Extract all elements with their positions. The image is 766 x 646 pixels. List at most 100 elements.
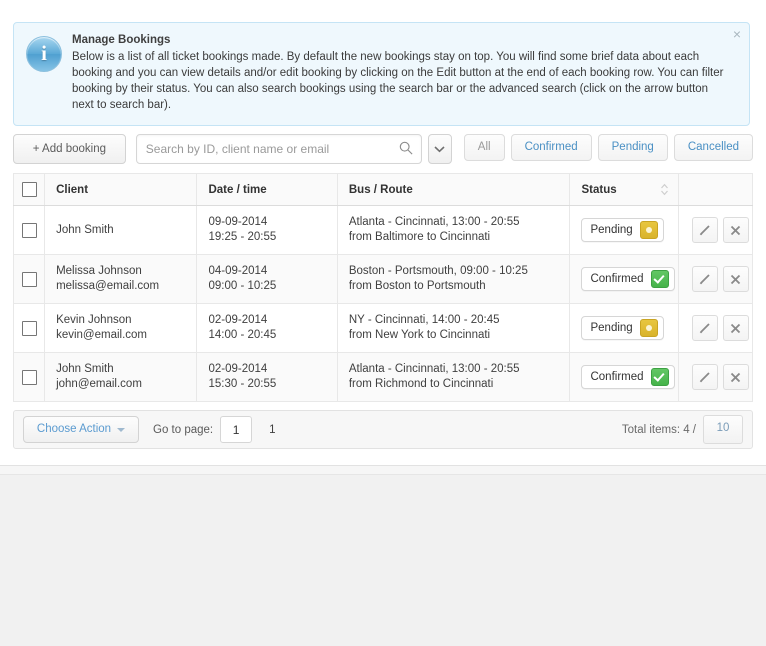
content-area: Manage Bookings Below is a list of all t…: [0, 0, 766, 465]
cell-bus-route: Atlanta - Cincinnati, 13:00 - 20:55 from …: [336, 205, 571, 255]
row-actions: [690, 364, 752, 390]
page-root: Manage Bookings Below is a list of all t…: [0, 0, 766, 646]
cell-status: Pending: [569, 303, 679, 353]
pencil-icon: [699, 372, 710, 383]
select-all-header: [12, 173, 46, 206]
table-row[interactable]: John Smith john@email.com 02-09-2014 15:30 …: [12, 352, 754, 402]
cell-date-time: 02-09-2014 15:30 - 20:55: [196, 352, 338, 402]
row-actions: [690, 217, 752, 243]
clock-circle-icon: [639, 319, 658, 337]
route-secondary: from Boston to Portsmouth: [348, 280, 486, 292]
search-input[interactable]: [135, 134, 422, 164]
table-body: John Smith 09-09-2014 19:25 - 20:55 Atlanta…: [12, 205, 754, 402]
edit-booking-button[interactable]: [691, 315, 718, 341]
table-footer: Choose Action Go to page: 1 Total items:…: [13, 410, 753, 449]
cell-status: Pending: [569, 205, 679, 255]
route-secondary: from Richmond to Cincinnati: [348, 378, 494, 390]
cell-actions: [677, 254, 754, 304]
current-page-indicator: 1: [269, 423, 276, 436]
filter-all[interactable]: All: [463, 134, 505, 161]
sort-updown-icon[interactable]: [660, 183, 669, 196]
cell-bus-route: NY - Cincinnati, 14:00 - 20:45 from New Y…: [336, 303, 571, 353]
bookings-table: Client Date / time Bus / Route Status Jo…: [12, 173, 754, 402]
cell-bus-route: Atlanta - Cincinnati, 13:00 - 20:55 from …: [336, 352, 571, 402]
close-x-icon: [731, 323, 741, 333]
filter-pending[interactable]: Pending: [597, 134, 668, 161]
column-header-date-time[interactable]: Date / time: [196, 173, 338, 206]
status-badge[interactable]: Pending: [581, 316, 664, 340]
status-badge[interactable]: Confirmed: [581, 365, 675, 389]
cell-date-time: 02-09-2014 14:00 - 20:45: [196, 303, 338, 353]
status-label: Confirmed: [590, 273, 644, 285]
info-circle-icon: [26, 36, 62, 72]
table-header: Client Date / time Bus / Route Status: [12, 173, 754, 206]
column-header-client[interactable]: Client: [44, 173, 198, 206]
booking-time: 15:30 - 20:55: [208, 378, 277, 390]
filter-confirmed[interactable]: Confirmed: [510, 134, 592, 161]
chevron-down-icon: [117, 427, 126, 432]
page-background-area: [0, 465, 766, 646]
row-checkbox[interactable]: [21, 369, 37, 385]
row-actions: [690, 266, 752, 292]
row-select-cell: [12, 254, 46, 304]
cell-actions: [677, 352, 754, 402]
manage-bookings-alert: Manage Bookings Below is a list of all t…: [13, 22, 750, 126]
choose-action-label: Choose Action: [36, 423, 112, 435]
status-badge[interactable]: Confirmed: [581, 267, 675, 291]
select-all-checkbox[interactable]: [21, 182, 37, 197]
cell-status: Confirmed: [569, 254, 679, 304]
delete-booking-button[interactable]: [722, 315, 749, 341]
booking-time: 19:25 - 20:55: [208, 231, 277, 243]
advanced-search-toggle[interactable]: [427, 134, 452, 164]
toolbar: + Add booking All Confirmed Pending Canc…: [13, 134, 753, 164]
edit-booking-button[interactable]: [691, 217, 718, 243]
client-email: melissa@email.com: [56, 280, 160, 292]
table-row[interactable]: John Smith 09-09-2014 19:25 - 20:55 Atlanta…: [12, 205, 754, 255]
check-icon: [650, 368, 669, 386]
table-row[interactable]: Melissa Johnson melissa@email.com 04-09-20…: [12, 254, 754, 304]
edit-booking-button[interactable]: [691, 266, 718, 292]
pencil-icon: [699, 323, 710, 334]
delete-booking-button[interactable]: [722, 217, 749, 243]
close-x-icon: [731, 225, 741, 235]
status-label: Pending: [590, 224, 633, 236]
delete-booking-button[interactable]: [722, 266, 749, 292]
booking-time: 09:00 - 10:25: [208, 280, 277, 292]
cell-date-time: 09-09-2014 19:25 - 20:55: [196, 205, 338, 255]
row-select-cell: [12, 205, 46, 255]
row-checkbox[interactable]: [21, 222, 37, 238]
status-badge[interactable]: Pending: [581, 218, 664, 242]
table-row[interactable]: Kevin Johnson kevin@email.com 02-09-2014 14…: [12, 303, 754, 353]
column-header-actions: [677, 173, 754, 206]
per-page-selector[interactable]: 10: [703, 415, 743, 444]
client-name: John Smith: [56, 223, 114, 236]
close-x-icon: [731, 274, 741, 284]
check-icon: [650, 270, 669, 288]
delete-booking-button[interactable]: [722, 364, 749, 390]
page-number-input[interactable]: [220, 416, 253, 443]
add-booking-button[interactable]: + Add booking: [13, 134, 126, 164]
client-name: John Smith: [56, 363, 114, 375]
column-header-status[interactable]: Status: [569, 173, 679, 206]
cell-client: Kevin Johnson kevin@email.com: [44, 303, 198, 353]
route-secondary: from Baltimore to Cincinnati: [348, 231, 491, 243]
booking-date: 02-09-2014: [208, 363, 268, 375]
choose-action-dropdown[interactable]: Choose Action: [23, 416, 139, 443]
row-checkbox[interactable]: [21, 320, 37, 336]
cell-client: John Smith: [44, 205, 198, 255]
pencil-icon: [699, 225, 710, 236]
cell-bus-route: Boston - Portsmouth, 09:00 - 10:25 from B…: [336, 254, 571, 304]
goto-page-label: Go to page:: [153, 423, 214, 436]
close-x-icon: [731, 372, 741, 382]
row-checkbox[interactable]: [21, 271, 37, 287]
client-email: kevin@email.com: [56, 329, 147, 341]
edit-booking-button[interactable]: [691, 364, 718, 390]
route-primary: Atlanta - Cincinnati, 13:00 - 20:55: [348, 216, 520, 228]
filter-cancelled[interactable]: Cancelled: [673, 134, 753, 161]
column-header-bus-route[interactable]: Bus / Route: [336, 173, 571, 206]
row-select-cell: [12, 352, 46, 402]
close-icon[interactable]: ×: [733, 27, 741, 41]
route-primary: Atlanta - Cincinnati, 13:00 - 20:55: [348, 363, 520, 375]
route-primary: Boston - Portsmouth, 09:00 - 10:25: [348, 265, 528, 277]
route-primary: NY - Cincinnati, 14:00 - 20:45: [348, 314, 500, 326]
